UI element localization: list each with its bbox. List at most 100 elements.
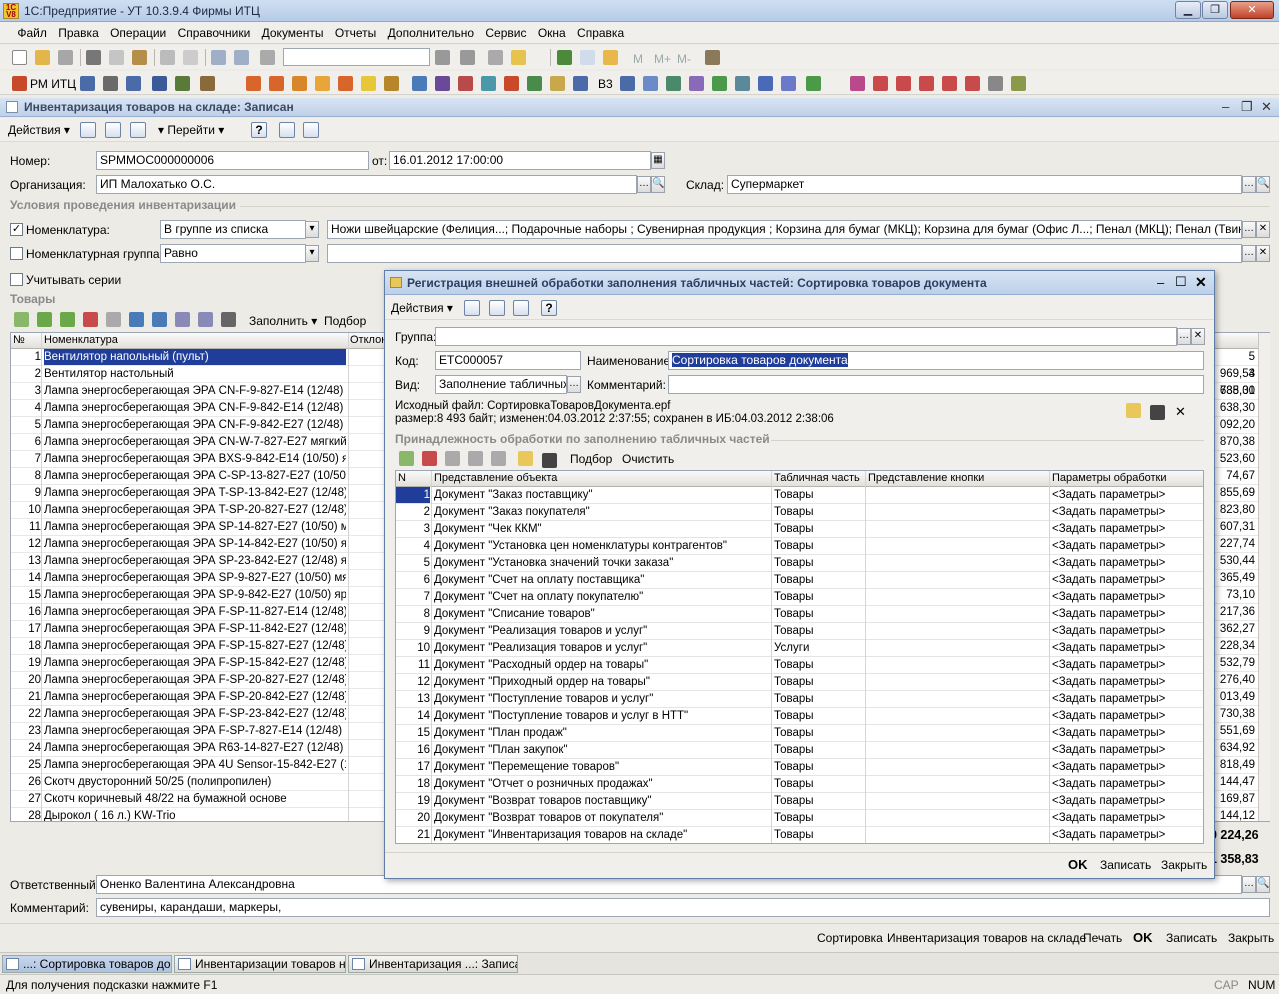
row-params[interactable]: <Задать параметры> <box>1052 812 1165 824</box>
tb2-icon-3[interactable] <box>126 76 141 91</box>
table-row[interactable]: 14 Лампа энергосберегающая ЭРА SP-9-827-E… <box>11 570 384 587</box>
row-nomenclature[interactable]: Скотч коричневый 48/22 на бумажной основ… <box>44 793 346 805</box>
date-field[interactable]: 16.01.2012 17:00:00 <box>389 151 651 170</box>
minimize-button[interactable]: ▁ <box>1175 1 1201 19</box>
table-row[interactable]: 13 Лампа энергосберегающая ЭРА SP-23-842-… <box>11 553 384 570</box>
doc-minimize-button[interactable]: – <box>1222 99 1229 114</box>
col-table-part[interactable]: Табличная часть <box>774 472 860 484</box>
print-icon[interactable] <box>160 50 175 65</box>
tb2-icon-22[interactable] <box>620 76 635 91</box>
undo-icon[interactable] <box>211 50 226 65</box>
table-row[interactable]: 6 Документ "Счет на оплату поставщика" Тов… <box>396 572 1203 589</box>
menu-reports[interactable]: Отчеты <box>331 22 380 44</box>
tb2-icon-36[interactable] <box>965 76 980 91</box>
table-row[interactable]: 3 Документ "Чек ККМ" Товары <Задать парамет… <box>396 521 1203 538</box>
dialog-delete-row-icon[interactable] <box>422 451 437 466</box>
menu-additional[interactable]: Дополнительно <box>384 22 478 44</box>
organization-field[interactable]: ИП Малохатько О.С. <box>96 175 637 194</box>
pick-button[interactable]: Подбор <box>324 314 366 328</box>
row-nomenclature[interactable]: Лампа энергосберегающая ЭРА F-SP-20-842-… <box>44 691 346 703</box>
col-n[interactable]: N <box>398 472 406 484</box>
open-icon[interactable] <box>35 50 50 65</box>
tb2-icon-12[interactable] <box>361 76 376 91</box>
table-row[interactable]: 19 Лампа энергосберегающая ЭРА F-SP-15-84… <box>11 655 384 672</box>
tb2-icon-10[interactable] <box>315 76 330 91</box>
row-params[interactable]: <Задать параметры> <box>1052 761 1165 773</box>
refresh-icon[interactable] <box>105 122 121 138</box>
row-nomenclature[interactable]: Лампа энергосберегающая ЭРА SP-14-827-E2… <box>44 521 346 533</box>
save-button[interactable]: Записать <box>1166 931 1217 945</box>
task-inventory-doc[interactable]: Инвентаризация ...: Записан <box>348 955 518 973</box>
load-file-icon[interactable] <box>1126 403 1141 418</box>
goto-menu-button[interactable]: ▾ Перейти ▾ <box>158 123 224 137</box>
tb2-icon-26[interactable] <box>712 76 727 91</box>
dialog-minimize-button[interactable]: – <box>1157 275 1164 290</box>
dialog-group-clear-button[interactable]: ✕ <box>1191 328 1205 345</box>
dialog-maximize-button[interactable]: ☐ <box>1175 274 1187 290</box>
barcode-icon[interactable] <box>221 312 236 327</box>
row-params[interactable]: <Задать параметры> <box>1052 710 1165 722</box>
table-row[interactable]: 6 Лампа энергосберегающая ЭРА CN-W-7-827-… <box>11 434 384 451</box>
table-row[interactable]: 20 Документ "Возврат товаров от покупател… <box>396 810 1203 827</box>
table-row[interactable]: 10 Лампа энергосберегающая ЭРА T-SP-20-82… <box>11 502 384 519</box>
ok-button[interactable]: OK <box>1133 930 1153 945</box>
save-icon[interactable] <box>58 50 73 65</box>
tb2-icon-11[interactable] <box>338 76 353 91</box>
table-row[interactable]: 1 Вентилятор напольный (пульт) <box>11 349 384 366</box>
table-row[interactable]: 4 Документ "Установка цен номенклатуры ко… <box>396 538 1203 555</box>
warehouse-field[interactable]: Супермаркет <box>727 175 1242 194</box>
structure-icon[interactable] <box>130 122 146 138</box>
row-nomenclature[interactable]: Лампа энергосберегающая ЭРА C-SP-13-827-… <box>44 470 346 482</box>
preview-icon[interactable] <box>183 50 198 65</box>
maximize-button[interactable]: ❐ <box>1202 1 1228 19</box>
col-object[interactable]: Представление объекта <box>434 472 557 484</box>
dialog-sort-desc-icon[interactable] <box>491 451 506 466</box>
table-row[interactable]: 15 Лампа энергосберегающая ЭРА SP-9-842-E… <box>11 587 384 604</box>
nomenclature-group-condition-select[interactable]: Равно <box>160 244 306 263</box>
table-row[interactable]: 13 Документ "Поступление товаров и услуг"… <box>396 691 1203 708</box>
dialog-code-field[interactable]: ЕТС000057 <box>435 351 581 370</box>
tb2-icon-19[interactable] <box>527 76 542 91</box>
row-params[interactable]: <Задать параметры> <box>1052 676 1165 688</box>
tb2-icon-34[interactable] <box>919 76 934 91</box>
table-row[interactable]: 17 Лампа энергосберегающая ЭРА F-SP-11-84… <box>11 621 384 638</box>
dialog-group-select-button[interactable]: … <box>1177 328 1191 345</box>
tb2-icon-29[interactable] <box>781 76 796 91</box>
nomenclature-condition-select[interactable]: В группе из списка <box>160 220 306 239</box>
warehouse-search-icon[interactable]: 🔍 <box>1256 176 1270 193</box>
dialog-kind-field[interactable]: Заполнение табличных ча <box>435 375 567 394</box>
table-row[interactable]: 7 Лампа энергосберегающая ЭРА BXS-9-842-E… <box>11 451 384 468</box>
nomenclature-group-clear-button[interactable]: ✕ <box>1256 245 1270 262</box>
end-edit-icon[interactable] <box>106 312 121 327</box>
row-params[interactable]: <Задать параметры> <box>1052 693 1165 705</box>
menu-windows[interactable]: Окна <box>534 22 570 44</box>
v3-label[interactable]: В3 <box>598 77 613 91</box>
menu-documents[interactable]: Документы <box>258 22 328 44</box>
menu-edit[interactable]: Правка <box>54 22 103 44</box>
redo-icon[interactable] <box>234 50 249 65</box>
tb2-icon-2[interactable] <box>103 76 118 91</box>
close-button[interactable]: ✕ <box>1230 1 1274 19</box>
dialog-edit-row-icon[interactable] <box>445 451 460 466</box>
row-params[interactable]: <Задать параметры> <box>1052 727 1165 739</box>
goods-table[interactable]: № Номенклатура Отклон 1 Вентилятор наполь… <box>10 332 385 822</box>
nomenclature-group-condition-dropdown[interactable]: ▾ <box>305 245 319 262</box>
table-row[interactable]: 25 Лампа энергосберегающая ЭРА 4U Sensor-… <box>11 757 384 774</box>
help-query-icon[interactable] <box>511 50 526 65</box>
table-row[interactable]: 21 Документ "Инвентаризация товаров на ск… <box>396 827 1203 843</box>
goods-col-nomenclature[interactable]: Номенклатура <box>44 334 118 346</box>
tb2-icon-18[interactable] <box>504 76 519 91</box>
memory-m-minus[interactable]: M- <box>677 52 691 66</box>
row-nomenclature[interactable]: Лампа энергосберегающая ЭРА CN-F-9-827-E… <box>44 385 346 397</box>
window-icon[interactable] <box>488 50 503 65</box>
rm-itc-icon[interactable] <box>12 76 27 91</box>
back-icon[interactable] <box>80 122 96 138</box>
sort-asc-icon[interactable] <box>175 312 190 327</box>
tb2-icon-8[interactable] <box>269 76 284 91</box>
table-row[interactable]: 12 Документ "Приходный ордер на товары" То… <box>396 674 1203 691</box>
row-nomenclature[interactable]: Лампа энергосберегающая ЭРА T-SP-13-842-… <box>44 487 346 499</box>
row-params[interactable]: <Задать параметры> <box>1052 829 1165 841</box>
dialog-structure-icon[interactable] <box>513 300 529 316</box>
text-editor-icon[interactable] <box>603 50 618 65</box>
print-button[interactable]: Печать <box>1083 931 1122 945</box>
